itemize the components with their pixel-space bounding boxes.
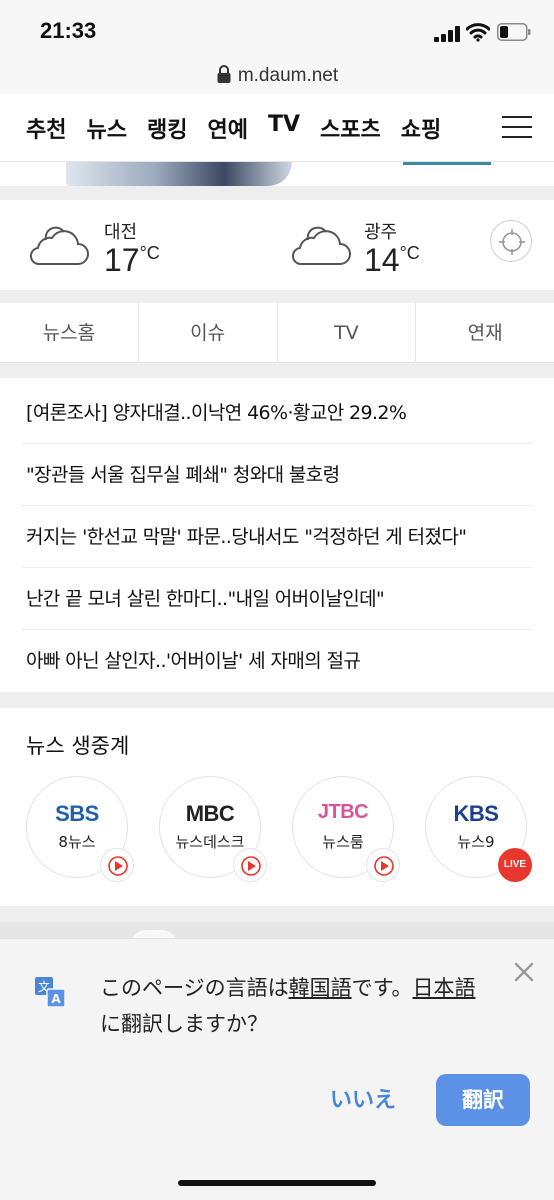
status-bar: 21:33 [0,0,554,62]
weather-temp-2: 14°C [364,242,420,278]
tab-tv[interactable]: TV [278,303,417,362]
banner-image [66,162,292,186]
kbs-logo: KBS [453,801,499,826]
live-news-section: 뉴스 생중계 SBS 8뉴스 MBC 뉴스데스크 JTBC 뉴스룸 KBS 뉴스… [0,708,554,906]
play-icon [374,856,394,876]
tab-series[interactable]: 연재 [416,303,554,362]
weather-city-1: 대전 [104,222,138,243]
weather-temp-1: 17°C [104,242,160,278]
crosshair-icon [499,229,525,255]
nav-item-ranking[interactable]: 랭킹 [147,112,187,144]
url-text: m.daum.net [237,65,339,86]
nav-item-sports[interactable]: 스포츠 [320,112,381,144]
mbc-logo: MBC [185,801,235,826]
tab-news-home[interactable]: 뉴스홈 [0,303,139,362]
live-badge: LIVE [498,848,532,882]
play-icon [241,856,261,876]
sbs-logo: SBS [55,801,99,826]
headline-item[interactable]: "장관들 서울 집무실 폐쇄" 청와대 불호령 [22,444,532,506]
section-title: 뉴스 생중계 [26,734,130,758]
banner-accent-line [403,162,491,165]
headline-item[interactable]: 아빠 아닌 살인자..'어버이날' 세 자매의 절규 [22,630,532,692]
jtbc-logo: JTBC [317,801,369,823]
location-button[interactable] [490,220,532,262]
nav-item-news[interactable]: 뉴스 [86,112,126,144]
battery-icon [497,23,531,41]
lock-icon [217,65,231,83]
nav-item-recommend[interactable]: 추천 [26,112,66,144]
cellular-signal-icon [434,26,460,42]
cloud-icon [29,226,89,266]
nav-item-entertainment[interactable]: 연예 [207,112,247,144]
top-nav: 추천 뉴스 랭킹 연예 TV 스포츠 쇼핑 [0,94,554,162]
tab-issue[interactable]: 이슈 [139,303,278,362]
close-icon[interactable] [512,960,536,984]
play-button[interactable] [233,848,267,882]
headline-item[interactable]: 커지는 '한선교 막말' 파문..당내서도 "걱정하던 게 터졌다" [22,506,532,568]
svg-text:A: A [51,992,61,1006]
translate-message: このページの言語は韓国語です。日本語に翻訳しますか？ [100,976,476,1036]
headline-list: [여론조사] 양자대결..이낙연 46%·황교안 29.2% "장관들 서울 집… [0,378,554,692]
translate-button[interactable]: 翻訳 [436,1074,530,1126]
address-bar[interactable]: m.daum.net [0,62,554,94]
weather-card: 대전 17°C 광주 14°C [0,200,554,290]
nav-item-shopping[interactable]: 쇼핑 [401,112,441,144]
translate-icon: 文 A [35,977,66,1008]
top-banner[interactable] [0,162,554,186]
hamburger-menu-icon[interactable] [502,116,532,138]
headline-item[interactable]: 난간 끝 모녀 살린 한마디.."내일 어버이날인데" [22,568,532,630]
headline-item[interactable]: [여론조사] 양자대결..이낙연 46%·황교안 29.2% [22,382,532,444]
decline-translate-button[interactable]: いいえ [330,1082,396,1114]
nav-item-tv[interactable]: TV [268,112,300,144]
status-time: 21:33 [40,18,97,43]
wifi-icon [466,23,490,42]
home-indicator[interactable] [178,1180,376,1186]
play-button[interactable] [100,848,134,882]
play-icon [108,856,128,876]
nav-fade-overflow [466,108,496,148]
news-tabs: 뉴스홈 이슈 TV 연재 [0,303,554,363]
cloud-icon [291,226,351,266]
play-button[interactable] [366,848,400,882]
weather-city-2: 광주 [364,222,398,243]
